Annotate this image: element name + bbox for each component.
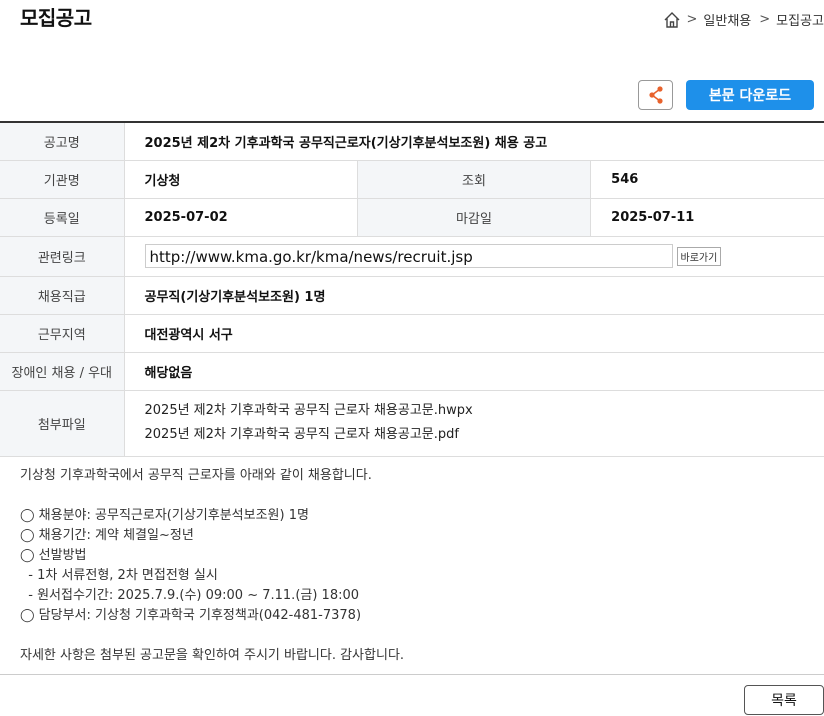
org-label: 기관명 <box>0 160 125 199</box>
table-row: 첨부파일 2025년 제2차 기후과학국 공무직 근로자 채용공고문.hwpx … <box>0 390 824 457</box>
body-line: 자세한 사항은 첨부된 공고문을 확인하여 주시기 바랍니다. 감사합니다. <box>20 648 405 663</box>
link-cell: http://www.kma.go.kr/kma/news/recruit.js… <box>124 236 824 277</box>
home-icon[interactable] <box>663 11 681 29</box>
body-line <box>20 486 810 506</box>
table-row: 근무지역 대전광역시 서구 <box>0 314 824 353</box>
table-row: 장애인 채용 / 우대 해당없음 <box>0 352 824 391</box>
body-line: 기상청 기후과학국에서 공무직 근로자를 아래와 같이 채용합니다. <box>20 468 372 483</box>
download-body-button[interactable]: 본문 다운로드 <box>686 80 814 110</box>
org-value: 기상청 <box>124 160 358 199</box>
body-line: ◯ 선발방법 <box>20 548 87 563</box>
go-link-button[interactable]: 바로가기 <box>676 246 722 266</box>
notice-body: 기상청 기후과학국에서 공무직 근로자를 아래와 같이 채용합니다. ◯ 채용분… <box>20 466 810 666</box>
table-row: 채용직급 공무직(기상기후분석보조원) 1명 <box>0 276 824 315</box>
related-link-field[interactable]: http://www.kma.go.kr/kma/news/recruit.js… <box>144 244 673 268</box>
reg-date-label: 등록일 <box>0 198 125 237</box>
deadline-label: 마감일 <box>356 198 592 237</box>
table-row: 등록일 2025-07-02 마감일 2025-07-11 <box>0 198 824 237</box>
share-icon <box>648 86 663 104</box>
position-value: 공무직(기상기후분석보조원) 1명 <box>124 276 824 315</box>
breadcrumb-item-notice[interactable]: 모집공고 <box>776 10 824 29</box>
disability-value: 해당없음 <box>124 352 824 391</box>
breadcrumb: > 일반채용 > 모집공고 <box>663 10 824 29</box>
page-title: 모집공고 <box>20 6 92 30</box>
body-line <box>20 626 810 646</box>
table-row: 관련링크 http://www.kma.go.kr/kma/news/recru… <box>0 236 824 277</box>
files-label: 첨부파일 <box>0 390 125 457</box>
breadcrumb-separator: > <box>686 12 698 27</box>
reg-date-value: 2025-07-02 <box>124 198 358 237</box>
views-value: 546 <box>590 160 824 199</box>
position-label: 채용직급 <box>0 276 125 315</box>
body-line: - 원서접수기간: 2025.7.9.(수) 09:00 ~ 7.11.(금) … <box>20 588 360 603</box>
link-label: 관련링크 <box>0 236 125 277</box>
breadcrumb-separator: > <box>759 12 771 27</box>
files-cell: 2025년 제2차 기후과학국 공무직 근로자 채용공고문.hwpx 2025년… <box>124 390 824 457</box>
divider <box>0 674 824 675</box>
table-row: 기관명 기상청 조회 546 <box>0 160 824 199</box>
views-label: 조회 <box>356 160 592 199</box>
body-line: ◯ 채용기간: 계약 체결일~정년 <box>20 528 194 543</box>
list-button[interactable]: 목록 <box>744 685 824 715</box>
breadcrumb-item-general-recruit[interactable]: 일반채용 <box>703 10 751 29</box>
table-row: 공고명 2025년 제2차 기후과학국 공무직근로자(기상기후분석보조원) 채용… <box>0 122 824 161</box>
disability-label: 장애인 채용 / 우대 <box>0 352 125 391</box>
location-value: 대전광역시 서구 <box>124 314 824 353</box>
title-value: 2025년 제2차 기후과학국 공무직근로자(기상기후분석보조원) 채용 공고 <box>124 122 824 161</box>
body-line: ◯ 채용분야: 공무직근로자(기상기후분석보조원) 1명 <box>20 508 309 523</box>
attachment-link-hwpx[interactable]: 2025년 제2차 기후과학국 공무직 근로자 채용공고문.hwpx <box>145 399 824 423</box>
notice-info-table: 공고명 2025년 제2차 기후과학국 공무직근로자(기상기후분석보조원) 채용… <box>0 121 824 457</box>
body-line: ◯ 담당부서: 기상청 기후과학국 기후정책과(042-481-7378) <box>20 608 362 623</box>
attachment-link-pdf[interactable]: 2025년 제2차 기후과학국 공무직 근로자 채용공고문.pdf <box>145 423 824 447</box>
share-button[interactable] <box>638 80 673 110</box>
location-label: 근무지역 <box>0 314 125 353</box>
deadline-value: 2025-07-11 <box>590 198 824 237</box>
body-line: - 1차 서류전형, 2차 면접전형 실시 <box>20 568 218 583</box>
title-label: 공고명 <box>0 122 125 161</box>
